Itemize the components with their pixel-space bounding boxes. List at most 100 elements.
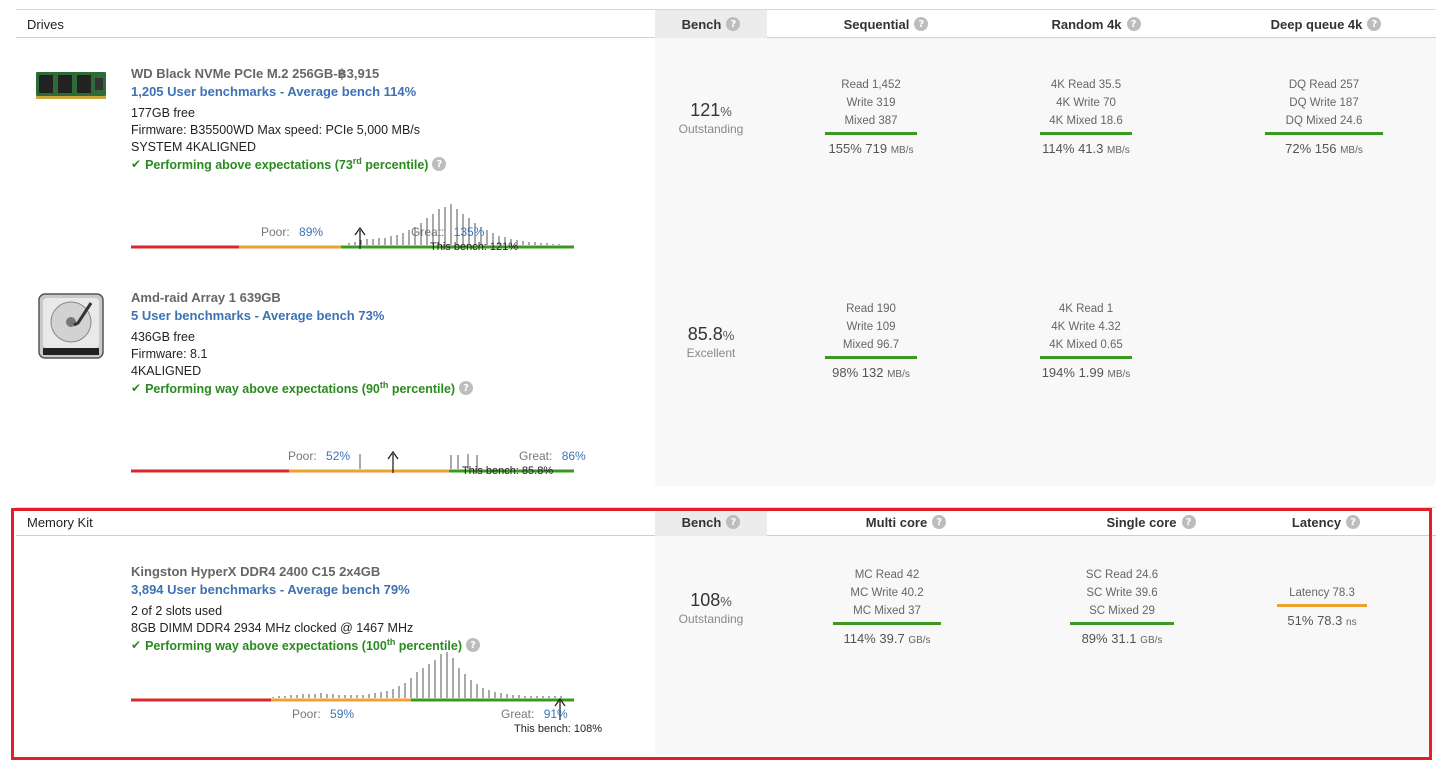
metric-unit: MB/s: [887, 369, 910, 380]
metric-value: 1.99: [1078, 365, 1104, 380]
distribution-chart: [131, 204, 574, 249]
metric-summary: 72% 156 MB/s: [1239, 141, 1409, 156]
metric-bar: [1040, 356, 1132, 359]
metric-value: 156: [1314, 141, 1337, 156]
metric-pct: 72%: [1285, 141, 1312, 156]
metric-line: 4K Read 1: [1058, 303, 1114, 315]
drive-info-tags: 4KALIGNED: [131, 364, 202, 378]
poor-value: 52%: [326, 449, 351, 463]
perf-end: percentile): [361, 158, 429, 173]
bench-score-pct: %: [720, 104, 732, 119]
drives-section: Drives Bench ? Sequential ? Random 4k ? …: [16, 9, 1436, 489]
deepqueue-column-header[interactable]: Deep queue 4k ?: [1226, 10, 1426, 38]
great-value: 135%: [453, 225, 485, 239]
poor-value: 89%: [299, 225, 324, 239]
great-label: Great:: [411, 225, 445, 239]
help-icon[interactable]: ?: [459, 381, 474, 396]
perf-sup: rd: [352, 156, 362, 166]
performance-status: ✔ Performing way above expectations (90t…: [131, 380, 474, 397]
metric-unit: MB/s: [890, 145, 914, 156]
drive-name[interactable]: Amd-raid Array 1 639GB: [131, 290, 281, 305]
drive-info-free: 177GB free: [131, 106, 195, 120]
great-value: 86%: [561, 449, 586, 463]
metric-pct: 98%: [832, 365, 859, 380]
metric-unit: MB/s: [1340, 145, 1363, 156]
metric-line: DQ Mixed 24.6: [1285, 115, 1363, 127]
drive-info-firmware: Firmware: 8.1: [131, 347, 208, 361]
performance-status: ✔ Performing above expectations (73rd pe…: [131, 156, 447, 173]
bench-score: 85.8% Excellent: [655, 324, 767, 360]
metric-summary: 114% 41.3 MB/s: [1001, 141, 1171, 156]
great-label: Great:: [519, 449, 553, 463]
metric-summary: 155% 719 MB/s: [786, 141, 956, 156]
hard-drive-icon: [38, 293, 104, 359]
help-icon[interactable]: ?: [1367, 17, 1382, 31]
bench-score-rating: Outstanding: [678, 122, 744, 136]
poor-marker: Poor: 89%: [261, 225, 323, 239]
metric-pct: 155%: [828, 141, 862, 156]
metric-line: Mixed 387: [844, 115, 898, 127]
metric-line: 4K Read 35.5: [1050, 79, 1122, 91]
perf-text: Performing above expectations (73: [145, 158, 353, 173]
bench-score-number: 85.8: [687, 324, 723, 344]
this-bench-arrow-icon: [387, 451, 399, 473]
help-icon[interactable]: ?: [432, 157, 447, 172]
random4k-column-header[interactable]: Random 4k ?: [996, 10, 1196, 38]
metric-line: 4K Write 4.32: [1051, 321, 1121, 333]
metric-line: 4K Write 70: [1056, 97, 1116, 109]
great-marker: Great: 135%: [411, 225, 484, 239]
metric-bar: [1265, 132, 1383, 135]
metric-line: Mixed 96.7: [842, 339, 900, 351]
help-icon[interactable]: ?: [726, 17, 741, 31]
bench-column-header[interactable]: Bench ?: [655, 10, 767, 38]
bench-score: 121% Outstanding: [655, 100, 767, 136]
perf-end: percentile): [388, 382, 456, 397]
this-bench-arrow-icon: [354, 227, 366, 249]
help-icon[interactable]: ?: [914, 17, 929, 31]
metric-value: 132: [861, 365, 884, 380]
sequential-metric: Read 190 Write 109 Mixed 96.7 98% 132 MB…: [786, 300, 956, 380]
memory-kit-highlight-box: [11, 508, 1432, 760]
metric-line: Write 319: [846, 97, 896, 109]
checkmark-icon: ✔: [131, 157, 142, 172]
metric-unit: MB/s: [1107, 145, 1130, 156]
poor-label: Poor:: [288, 449, 317, 463]
help-icon[interactable]: ?: [1126, 17, 1141, 31]
poor-label: Poor:: [261, 225, 290, 239]
bench-score-number: 121: [690, 100, 721, 120]
metric-bar: [825, 132, 917, 135]
perf-text: Performing way above expectations (90: [145, 382, 380, 397]
deepqueue-column-label: Deep queue 4k: [1270, 16, 1363, 32]
sequential-column-label: Sequential: [843, 16, 910, 32]
metric-line: Read 190: [846, 303, 896, 315]
bench-score-pct: %: [722, 328, 735, 343]
this-bench-label: This bench: 85.8%: [462, 465, 554, 477]
metric-line: 4K Mixed 0.65: [1049, 339, 1123, 351]
metric-line: Read 1,452: [841, 79, 901, 91]
metric-value: 719: [865, 141, 888, 156]
metric-pct: 114%: [1042, 141, 1075, 156]
metric-line: 4K Mixed 18.6: [1049, 115, 1123, 127]
user-benchmarks-link[interactable]: 1,205 User benchmarks - Average bench 11…: [131, 84, 416, 99]
metric-bar: [825, 356, 917, 359]
metric-summary: 194% 1.99 MB/s: [1001, 365, 1171, 380]
random4k-metric: 4K Read 35.5 4K Write 70 4K Mixed 18.6 1…: [1001, 76, 1171, 156]
drives-header: Drives Bench ? Sequential ? Random 4k ? …: [16, 9, 1436, 38]
drive-name[interactable]: WD Black NVMe PCIe M.2 256GB-฿3,915: [131, 66, 379, 82]
this-bench-label: This bench: 121%: [430, 241, 519, 253]
sequential-metric: Read 1,452 Write 319 Mixed 387 155% 719 …: [786, 76, 956, 156]
poor-marker: Poor: 52%: [288, 449, 350, 463]
user-benchmarks-link[interactable]: 5 User benchmarks - Average bench 73%: [131, 308, 384, 323]
metric-line: DQ Read 257: [1288, 79, 1360, 91]
drive-row: Amd-raid Array 1 639GB 5 User benchmarks…: [16, 262, 1436, 486]
sequential-column-header[interactable]: Sequential ?: [786, 10, 986, 38]
distribution-bins: [359, 454, 478, 469]
drive-info-free: 436GB free: [131, 330, 195, 344]
bench-column-label: Bench: [681, 16, 722, 32]
metric-bar: [1040, 132, 1132, 135]
drive-info-firmware: Firmware: B35500WD Max speed: PCIe 5,000…: [131, 123, 421, 137]
metric-value: 41.3: [1078, 141, 1104, 156]
nvme-ssd-icon: [36, 72, 106, 99]
metric-line: DQ Write 187: [1289, 97, 1359, 109]
random4k-column-label: Random 4k: [1051, 16, 1122, 32]
